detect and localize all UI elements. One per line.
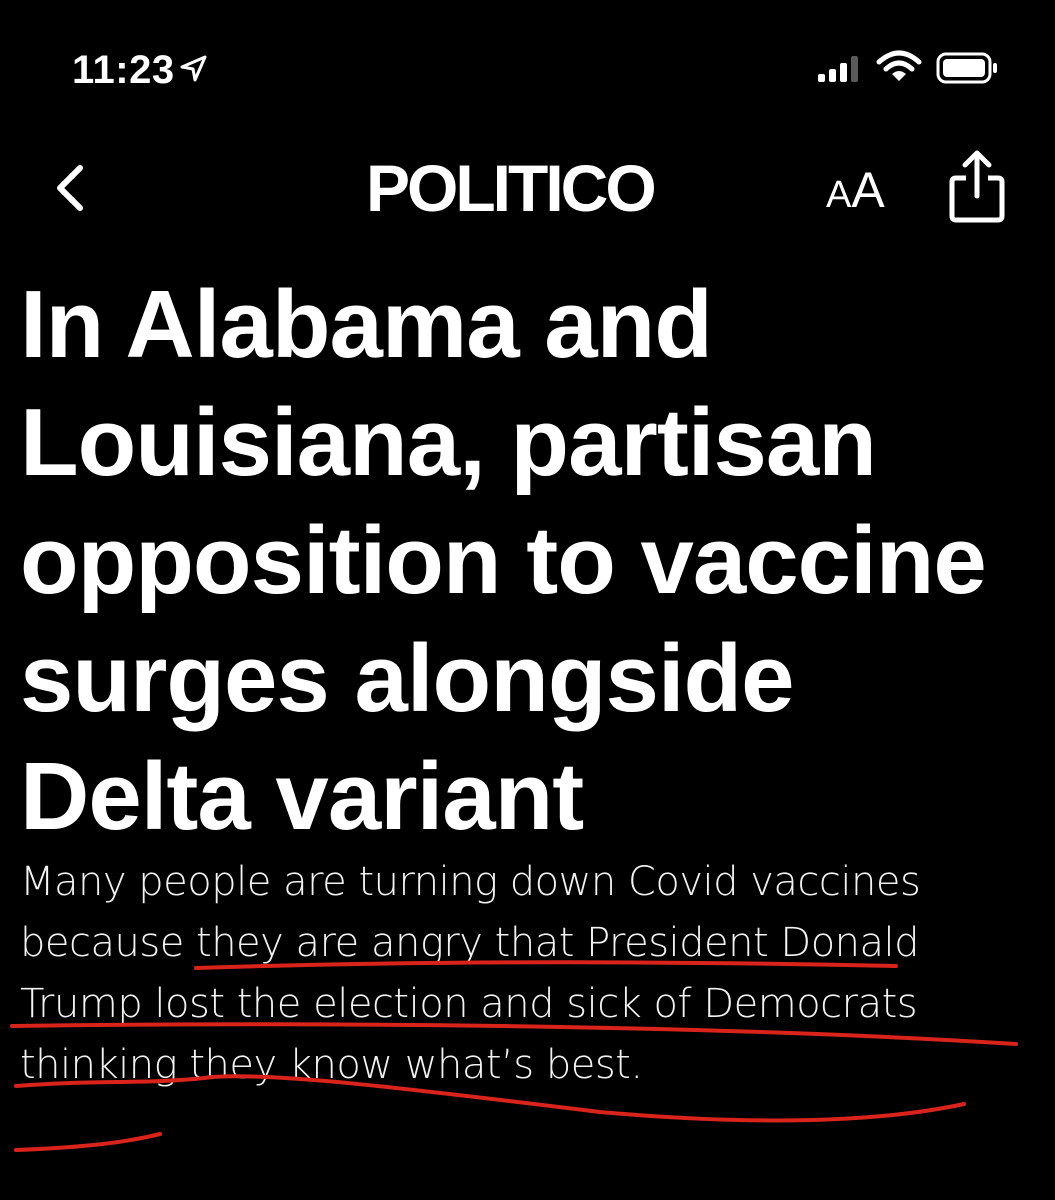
text-size-large-a: A bbox=[851, 162, 885, 218]
article-headline: In Alabama and Louisiana, partisan oppos… bbox=[20, 271, 987, 850]
article-nav-bar: POLITICO AA bbox=[0, 140, 1055, 240]
wifi-icon bbox=[876, 50, 922, 84]
battery-icon bbox=[936, 52, 1000, 84]
text-size-small-a: A bbox=[826, 174, 852, 216]
brand-logo: POLITICO bbox=[366, 151, 657, 225]
location-arrow-icon bbox=[178, 54, 208, 84]
back-button[interactable] bbox=[40, 154, 100, 222]
cellular-signal-icon bbox=[816, 54, 866, 84]
share-icon bbox=[949, 150, 1005, 223]
text-size-button[interactable]: AA bbox=[826, 158, 906, 222]
chevron-left-icon bbox=[57, 165, 83, 211]
underline-stroke-4 bbox=[14, 1132, 162, 1152]
status-time: 11:23 bbox=[72, 48, 175, 92]
status-bar: 11:23 bbox=[0, 0, 1055, 130]
share-button[interactable] bbox=[944, 146, 1010, 230]
article-dek: Many people are turning down Covid vacci… bbox=[20, 859, 921, 1088]
